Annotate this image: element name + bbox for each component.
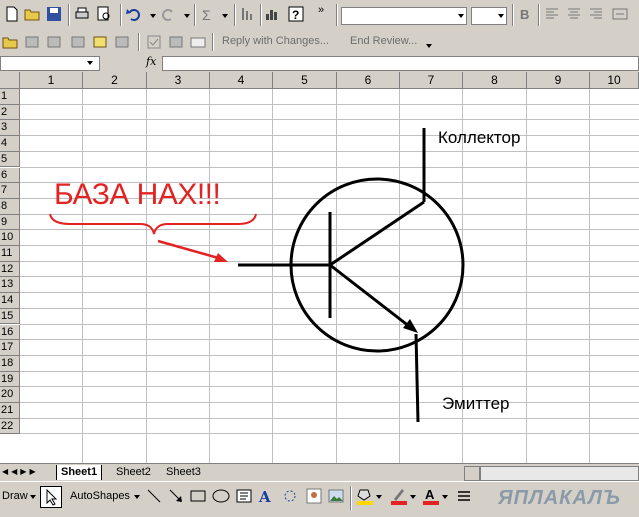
review-icon[interactable] — [168, 34, 184, 50]
watermark-logo: ЯПЛАКАЛЪ — [482, 486, 639, 512]
sort-icon[interactable] — [240, 6, 256, 22]
arrow-tool-icon[interactable] — [168, 488, 184, 504]
review-icon[interactable] — [24, 34, 40, 50]
toolbar-separator — [336, 4, 338, 26]
name-box-dropdown-icon[interactable] — [87, 61, 93, 65]
autoshapes-menu-button[interactable]: AutoShapes — [70, 490, 130, 502]
font-name-dropdown[interactable] — [341, 7, 467, 25]
toolbar-separator — [120, 4, 122, 26]
pointer-icon — [46, 488, 58, 506]
toolbar-separator — [212, 33, 214, 51]
fill-color-icon[interactable] — [356, 486, 374, 506]
fill-color-dropdown-icon[interactable] — [376, 495, 382, 499]
insert-picture-icon[interactable] — [328, 488, 344, 504]
reply-with-changes-button[interactable]: Reply with Changes... — [222, 35, 329, 47]
toolbar-separator — [538, 4, 540, 26]
horizontal-scroll-handle[interactable] — [464, 466, 480, 481]
font-size-dropdown[interactable] — [471, 7, 507, 25]
emitter-label[interactable]: Эмиттер — [442, 394, 510, 414]
tab-sheet3[interactable]: Sheet3 — [162, 465, 205, 480]
open-folder-icon[interactable] — [24, 6, 40, 22]
base-annotation-text[interactable]: БАЗА НАХ!!! — [54, 178, 221, 212]
draw-menu-button[interactable]: Draw — [2, 490, 28, 502]
horizontal-scrollbar[interactable] — [480, 466, 639, 481]
worksheet-grid[interactable]: 1 2 3 4 5 6 7 8 9 10 1 2 3 4 5 6 7 8 9 10 11 12 13 14… — [0, 72, 639, 463]
autosum-icon[interactable]: Σ — [202, 7, 211, 23]
toolbar-separator — [350, 486, 352, 510]
watermark-text: ЯПЛАКАЛЪ — [498, 487, 621, 509]
print-icon[interactable] — [74, 6, 90, 22]
draw-dropdown-icon[interactable] — [30, 495, 36, 499]
toolbar-separator — [512, 4, 514, 26]
redo-icon[interactable] — [160, 6, 176, 22]
formula-input[interactable] — [162, 56, 639, 71]
clipart-icon[interactable] — [306, 488, 322, 504]
tab-sheet2[interactable]: Sheet2 — [112, 465, 155, 480]
toolbar-separator — [138, 33, 140, 51]
chart-wizard-icon[interactable] — [264, 6, 280, 22]
sheet-tab-bar: ◀◀▶▶ Sheet1 Sheet2 Sheet3 — [0, 463, 639, 482]
review-icon[interactable] — [114, 34, 130, 50]
bold-icon[interactable]: B — [520, 7, 529, 22]
review-icon[interactable] — [70, 34, 86, 50]
align-right-icon[interactable] — [588, 6, 604, 22]
font-color-icon[interactable]: A — [422, 486, 440, 506]
emitter-lead-line[interactable] — [414, 333, 420, 423]
annotation-arrow-line[interactable] — [157, 239, 223, 261]
align-left-icon[interactable] — [544, 6, 560, 22]
highlight-icon[interactable] — [92, 34, 108, 50]
align-center-icon[interactable] — [566, 6, 582, 22]
oval-tool-icon[interactable] — [212, 488, 230, 504]
print-preview-icon[interactable] — [96, 6, 112, 22]
autosum-dropdown-icon[interactable] — [222, 14, 228, 18]
line-style-icon[interactable] — [456, 488, 472, 504]
toolbar-separator — [194, 4, 196, 26]
standard-toolbar: Σ ? » B — [0, 0, 639, 31]
toolbar-separator — [68, 4, 70, 26]
svg-text:A: A — [425, 487, 435, 502]
line-tool-icon[interactable] — [146, 488, 162, 504]
font-color-dropdown-icon[interactable] — [442, 495, 448, 499]
folder-icon[interactable] — [2, 34, 18, 50]
emitter-diagonal-line[interactable] — [329, 263, 415, 332]
textbox-tool-icon[interactable] — [236, 488, 252, 504]
rectangle-tool-icon[interactable] — [190, 488, 206, 504]
redo-dropdown-icon[interactable] — [184, 14, 190, 18]
help-icon[interactable]: ? — [288, 6, 304, 22]
review-icon[interactable] — [46, 34, 62, 50]
wordart-icon[interactable]: A — [258, 488, 274, 504]
checkbox-icon[interactable] — [146, 34, 162, 50]
line-color-icon[interactable] — [390, 486, 408, 506]
merge-center-icon[interactable] — [612, 6, 628, 22]
mail-icon[interactable] — [190, 34, 206, 50]
undo-icon[interactable] — [126, 6, 142, 22]
svg-text:?: ? — [292, 8, 299, 22]
reviewing-toolbar: Reply with Changes... End Review... — [0, 30, 639, 55]
select-objects-button[interactable] — [40, 486, 62, 508]
toolbar-options-icon[interactable] — [426, 44, 432, 48]
annotation-brace[interactable] — [49, 213, 257, 235]
undo-dropdown-icon[interactable] — [150, 14, 156, 18]
name-box[interactable] — [0, 56, 100, 71]
svg-text:A: A — [258, 488, 271, 504]
transistor-drawing — [49, 128, 465, 423]
autoshapes-dropdown-icon[interactable] — [134, 495, 140, 499]
tab-scroll-arrows-icon[interactable]: ◀◀▶▶ — [2, 467, 39, 476]
annotation-arrowhead-icon — [214, 253, 228, 262]
collector-diagonal-line[interactable] — [329, 200, 425, 267]
line-color-dropdown-icon[interactable] — [410, 495, 416, 499]
fx-icon[interactable]: fx — [146, 55, 156, 68]
end-review-button[interactable]: End Review... — [350, 35, 417, 47]
toolbar-separator — [234, 4, 236, 26]
tab-sheet1[interactable]: Sheet1 — [56, 465, 103, 480]
save-icon[interactable] — [46, 6, 62, 22]
toolbar-separator — [260, 4, 262, 26]
toolbar-overflow-icon[interactable]: » — [318, 4, 324, 16]
new-document-icon[interactable] — [4, 6, 20, 22]
diagram-icon[interactable] — [282, 488, 298, 504]
emitter-arrowhead-icon — [403, 319, 418, 333]
collector-label[interactable]: Коллектор — [438, 128, 520, 148]
drawing-toolbar: Draw AutoShapes A A ЯПЛАКАЛЪ — [0, 481, 639, 517]
